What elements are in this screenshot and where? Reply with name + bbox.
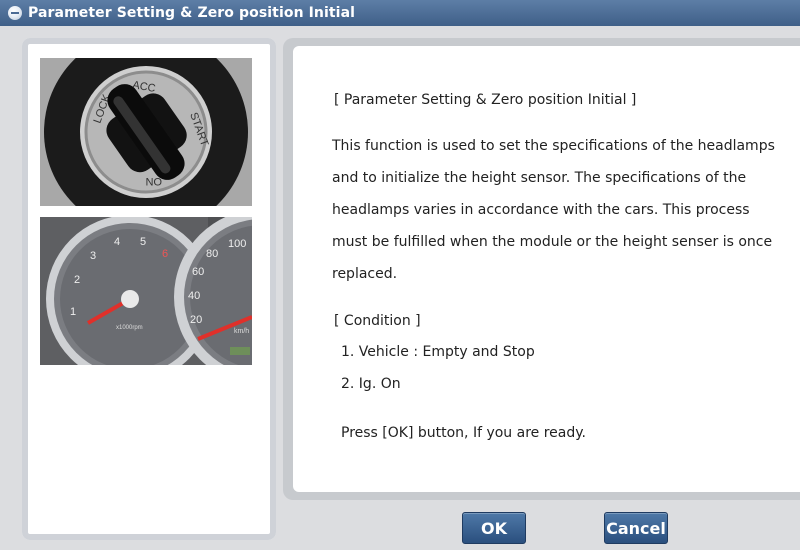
window-menu-icon[interactable] [8, 6, 22, 20]
ok-button[interactable]: OK [462, 512, 526, 544]
tach-tick-label: 1 [70, 306, 76, 318]
ignition-switch-image: LOCK ACC START ON [40, 58, 252, 206]
tach-tick-label: 2 [74, 274, 80, 286]
info-line: This function is used to set the specifi… [332, 138, 775, 154]
title-bar[interactable]: Parameter Setting & Zero position Initia… [0, 0, 800, 26]
speed-tick-label: 60 [192, 266, 204, 278]
window-title: Parameter Setting & Zero position Initia… [28, 5, 356, 21]
speed-tick-label: 40 [188, 290, 200, 302]
tach-tick-label: 5 [140, 236, 146, 248]
speed-tick-label: 20 [190, 314, 202, 326]
dialog-window: Parameter Setting & Zero position Initia… [0, 0, 800, 550]
info-heading: [ Parameter Setting & Zero position Init… [334, 92, 637, 108]
tach-unit-label: x1000rpm [116, 325, 143, 331]
ready-prompt: Press [OK] button, If you are ready. [341, 425, 586, 441]
condition-heading: [ Condition ] [334, 313, 421, 329]
info-line: replaced. [332, 266, 398, 282]
info-line: and to initialize the height sensor. The… [332, 170, 747, 186]
tach-tick-label: 3 [90, 250, 96, 262]
info-line: headlamps varies in accordance with the … [332, 202, 750, 218]
tach-tick-label: 6 [162, 248, 168, 260]
speed-tick-label: 80 [206, 248, 218, 260]
condition-item: 1. Vehicle : Empty and Stop [341, 344, 535, 360]
speed-tick-label: 100 [228, 238, 246, 250]
condition-item: 2. Ig. On [341, 376, 401, 392]
instrument-cluster-image: 1 2 3 4 5 6 x1000rpm 100 80 60 40 20 km/… [40, 217, 252, 365]
info-line: must be fulfilled when the module or the… [332, 234, 773, 250]
tach-tick-label: 4 [114, 236, 120, 248]
speed-unit-label: km/h [234, 328, 249, 335]
cancel-button[interactable]: Cancel [604, 512, 668, 544]
